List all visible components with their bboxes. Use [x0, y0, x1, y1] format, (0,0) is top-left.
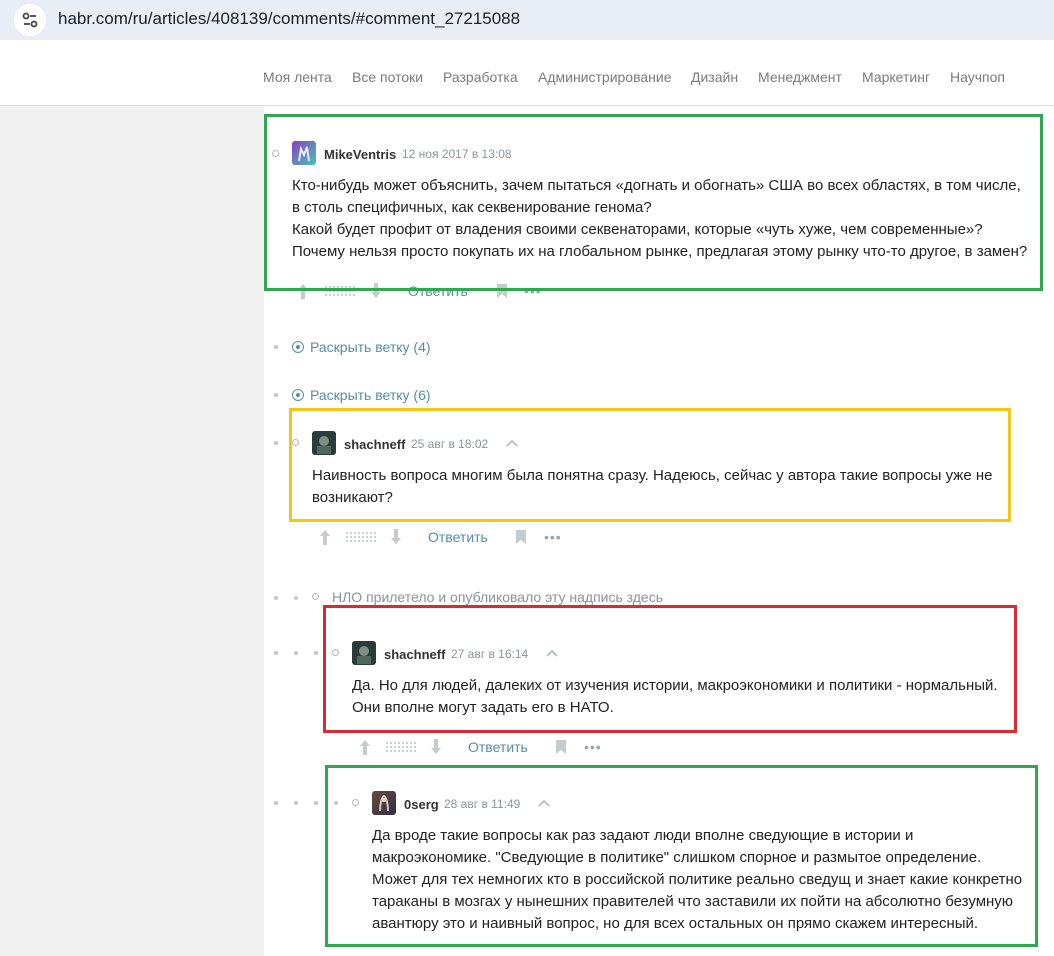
- nav-marketing[interactable]: Маркетинг: [862, 69, 930, 85]
- thread-dot: [314, 651, 318, 655]
- comment-body: Наивность вопроса многим была понятна ср…: [312, 465, 1012, 509]
- eye-icon: [292, 389, 304, 401]
- nav-development[interactable]: Разработка: [443, 69, 518, 85]
- comment-line: Да. Но для людей, далеких от изучения ис…: [352, 677, 998, 694]
- comment-actions: Ответить •••: [318, 528, 578, 548]
- thread-node: [272, 150, 279, 157]
- comment-line: возникают?: [312, 489, 393, 506]
- rating-score: [385, 741, 417, 754]
- thread-dot: [314, 801, 318, 805]
- url-text[interactable]: habr.com/ru/articles/408139/comments/#co…: [58, 9, 520, 29]
- expand-branch-button[interactable]: Раскрыть ветку (4): [292, 339, 431, 355]
- avatar[interactable]: [352, 641, 376, 665]
- thread-dot: [274, 651, 278, 655]
- comment-author[interactable]: shachneff: [344, 437, 405, 452]
- downvote-icon[interactable]: [369, 282, 383, 300]
- comment-line: авантюру это и наивный вопрос, но для вс…: [372, 915, 979, 932]
- nav-all-streams[interactable]: Все потоки: [352, 69, 423, 85]
- expand-branch-label: Раскрыть ветку (6): [310, 387, 431, 403]
- comment-line: Какой будет профит от владения своими се…: [292, 221, 983, 238]
- comment-line: Кто-нибудь может объяснить, зачем пытать…: [292, 177, 1021, 194]
- thread-node: [332, 649, 339, 656]
- more-options-icon[interactable]: •••: [584, 739, 602, 755]
- avatar[interactable]: [292, 141, 316, 165]
- comment-line: Они вполне могут задать его в НАТО.: [352, 699, 614, 716]
- site-navigation: Моя лента Все потоки Разработка Админист…: [0, 40, 1054, 106]
- upvote-icon[interactable]: [296, 282, 310, 300]
- avatar[interactable]: [372, 791, 396, 815]
- thread-dot: [274, 441, 278, 445]
- comment-line: Да вроде такие вопросы как раз задают лю…: [372, 827, 914, 844]
- thread-node: [352, 799, 359, 806]
- more-options-icon[interactable]: •••: [544, 529, 562, 545]
- comment-line: Наивность вопроса многим была понятна ср…: [312, 467, 993, 484]
- comment-line: макроэкономике. "Сведующие в политике" с…: [372, 849, 982, 866]
- more-options-icon[interactable]: •••: [524, 283, 542, 299]
- chevron-up-icon[interactable]: [545, 648, 559, 658]
- address-bar[interactable]: habr.com/ru/articles/408139/comments/#co…: [0, 0, 1054, 40]
- nav-design[interactable]: Дизайн: [691, 69, 738, 85]
- nav-management[interactable]: Менеджмент: [758, 69, 842, 85]
- upvote-icon[interactable]: [358, 738, 372, 756]
- comment-time[interactable]: 12 ноя 2017 в 13:08: [402, 147, 512, 161]
- expand-branch-label: Раскрыть ветку (4): [310, 339, 431, 355]
- thread-node: [312, 593, 319, 600]
- reply-button[interactable]: Ответить: [408, 283, 468, 299]
- thread-dot: [274, 801, 278, 805]
- nav-my-feed[interactable]: Моя лента: [263, 69, 332, 85]
- site-settings-icon[interactable]: [14, 4, 46, 36]
- comment-line: Почему нельзя просто покупать их на глоб…: [292, 243, 1028, 260]
- thread-node: [292, 439, 299, 446]
- comment-actions: Ответить •••: [358, 738, 618, 758]
- comment-body: Да. Но для людей, далеких от изучения ис…: [352, 675, 1012, 719]
- thread-dot: [294, 651, 298, 655]
- bookmark-icon[interactable]: [496, 283, 508, 299]
- comment-line: тараканы в мозгах у нынешних правителей …: [372, 893, 1014, 910]
- comment-author[interactable]: 0serg: [404, 797, 439, 812]
- bookmark-icon[interactable]: [515, 529, 527, 545]
- expand-branch-button[interactable]: Раскрыть ветку (6): [292, 387, 431, 403]
- comment-line: Может для тех немногих кто в российской …: [372, 871, 1023, 888]
- thread-dot: [274, 393, 278, 397]
- nav-popsci[interactable]: Научпоп: [950, 69, 1005, 85]
- chevron-up-icon[interactable]: [505, 438, 519, 448]
- rating-score: [345, 531, 377, 544]
- comment-time[interactable]: 25 авг в 18:02: [411, 437, 488, 451]
- comment-body: Кто-нибудь может объяснить, зачем пытать…: [292, 175, 1042, 263]
- thread-dot: [294, 801, 298, 805]
- eye-icon: [292, 341, 304, 353]
- downvote-icon[interactable]: [389, 528, 403, 546]
- upvote-icon[interactable]: [318, 528, 332, 546]
- reply-button[interactable]: Ответить: [428, 529, 488, 545]
- nav-administration[interactable]: Администрирование: [538, 69, 672, 85]
- bookmark-icon[interactable]: [555, 739, 567, 755]
- thread-dot: [334, 801, 338, 805]
- comment-line: в столь специфичных, как секвенирование …: [292, 199, 652, 216]
- thread-dot: [294, 596, 298, 600]
- thread-dot: [274, 345, 278, 349]
- rating-score: [324, 285, 356, 298]
- comment-author[interactable]: shachneff: [384, 647, 445, 662]
- chevron-up-icon[interactable]: [537, 798, 551, 808]
- comment-time[interactable]: 27 авг в 16:14: [451, 647, 528, 661]
- comment-time[interactable]: 28 авг в 11:49: [444, 797, 520, 811]
- thread-dot: [274, 596, 278, 600]
- reply-button[interactable]: Ответить: [468, 739, 528, 755]
- avatar[interactable]: [312, 431, 336, 455]
- downvote-icon[interactable]: [429, 738, 443, 756]
- comment-author[interactable]: MikeVentris: [324, 147, 396, 162]
- ufo-notice: НЛО прилетело и опубликовало эту надпись…: [332, 589, 664, 605]
- comment-actions: Ответить •••: [296, 282, 556, 302]
- comment-body: Да вроде такие вопросы как раз задают лю…: [372, 825, 1032, 935]
